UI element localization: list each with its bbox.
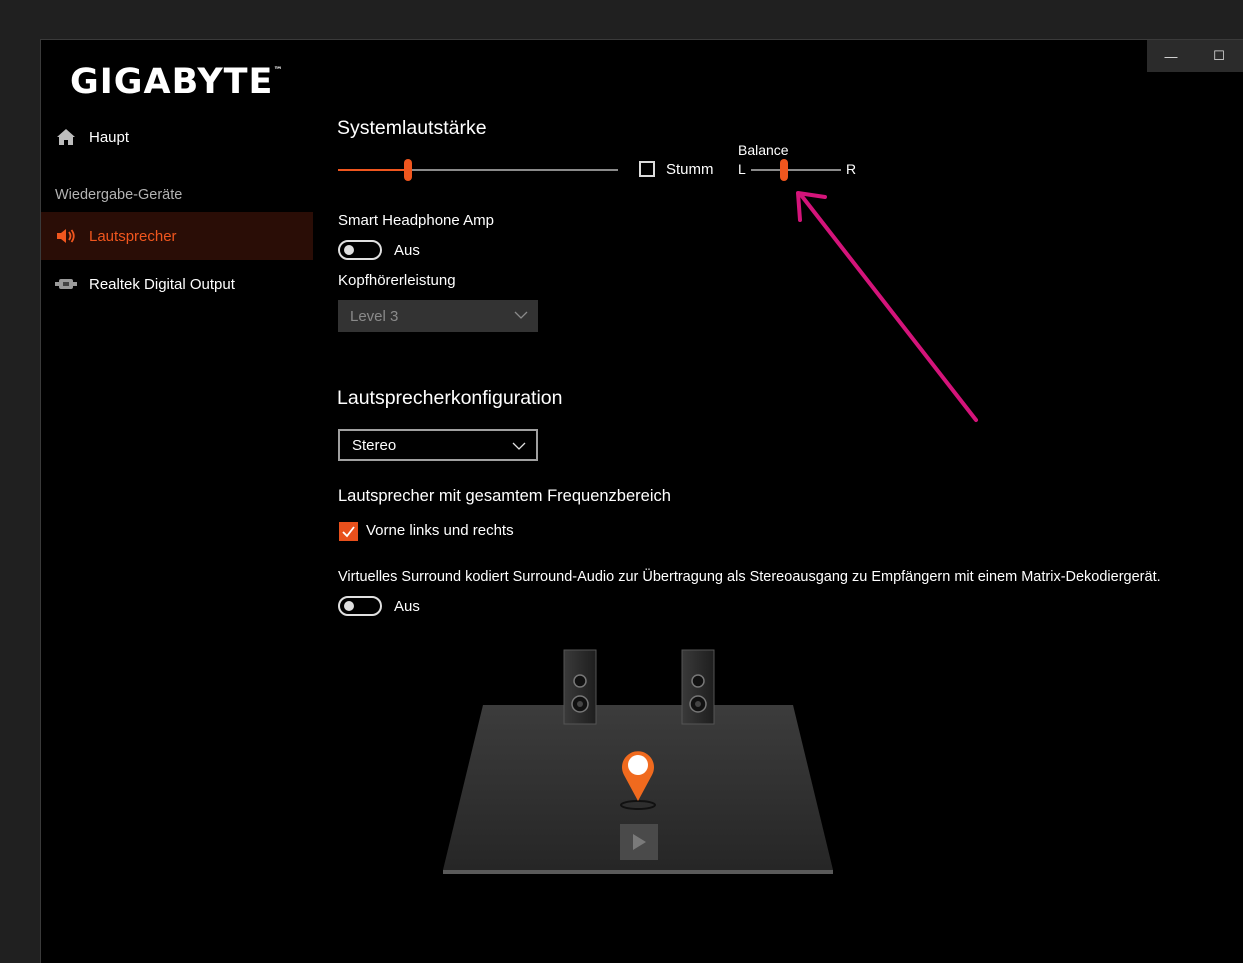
speaker-config-title: Lautsprecherkonfiguration (337, 387, 563, 409)
play-test-button[interactable] (620, 824, 658, 860)
balance-left-label: L (738, 161, 746, 177)
mute-checkbox[interactable] (639, 161, 655, 177)
balance-slider-thumb[interactable] (780, 159, 789, 181)
smart-headphone-amp-label: Smart Headphone Amp (338, 212, 494, 229)
fullrange-title: Lautsprecher mit gesamtem Frequenzbereic… (338, 487, 671, 505)
front-left-right-label: Vorne links und rechts (366, 522, 514, 539)
speaker-config-select[interactable]: Stereo (338, 429, 538, 461)
maximize-button[interactable]: ☐ (1195, 40, 1243, 72)
balance-right-label: R (846, 161, 857, 177)
front-left-right-checkbox[interactable] (339, 522, 358, 541)
home-icon (55, 128, 77, 146)
checkmark-icon (342, 526, 355, 538)
smart-headphone-amp-toggle[interactable] (338, 240, 382, 260)
headphone-power-label: Kopfhörerleistung (338, 272, 456, 289)
app-window: — ☐ GIGABYTE™ Haupt Wiedergabe-Geräte La… (40, 39, 1243, 963)
sidebar-item-home[interactable]: Haupt (41, 113, 313, 161)
annotation-arrow-icon (796, 191, 978, 422)
volume-slider-fill (338, 169, 408, 171)
sidebar-item-speakers[interactable]: Lautsprecher (41, 212, 313, 260)
minimize-button[interactable]: — (1147, 40, 1195, 72)
chevron-down-icon (512, 439, 526, 457)
sidebar-section-playback: Wiedergabe-Geräte (55, 187, 183, 203)
sidebar-item-digital-output[interactable]: Realtek Digital Output (41, 260, 313, 308)
balance-slider-track (751, 169, 841, 171)
volume-title: Systemlautstärke (337, 117, 487, 139)
virtual-surround-description: Virtuelles Surround kodiert Surround-Aud… (338, 569, 1161, 585)
front-right-speaker-icon[interactable] (681, 649, 715, 725)
sidebar-item-label: Realtek Digital Output (89, 275, 235, 293)
smart-headphone-amp-state: Aus (394, 242, 420, 259)
sidebar-item-label: Lautsprecher (89, 227, 177, 245)
maximize-icon: ☐ (1213, 48, 1225, 63)
chevron-down-icon (514, 308, 528, 326)
headphone-power-select[interactable]: Level 3 (338, 300, 538, 332)
gigabyte-logo: GIGABYTE™ (70, 62, 284, 102)
balance-slider[interactable] (751, 158, 841, 181)
volume-slider-thumb[interactable] (404, 159, 412, 181)
window-controls: — ☐ (1147, 40, 1243, 72)
mute-label: Stumm (666, 161, 714, 178)
speaker-stage (443, 649, 833, 874)
volume-slider[interactable] (338, 158, 618, 181)
front-left-speaker-icon[interactable] (563, 649, 597, 725)
speaker-icon (55, 227, 77, 245)
sidebar-item-label: Haupt (89, 128, 130, 146)
balance-label: Balance (738, 142, 789, 158)
minimize-icon: — (1164, 48, 1178, 64)
virtual-surround-toggle[interactable] (338, 596, 382, 616)
virtual-surround-state: Aus (394, 598, 420, 615)
digital-output-icon (55, 278, 77, 290)
